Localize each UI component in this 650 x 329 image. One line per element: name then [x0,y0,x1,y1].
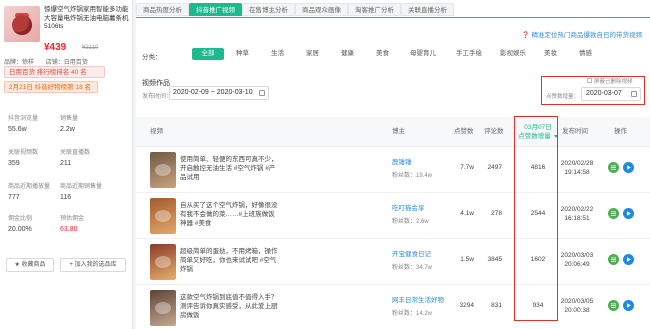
blogger-fans: 粉丝数：2.6w [392,219,429,225]
likes-value: 4.1w [460,210,474,217]
stat-sales: 销售量 2.2w [60,116,79,133]
product-meta: 品牌：惊样 店铺：日用百货 [4,57,130,66]
stat-commission: 预估佣金 63.80 [60,216,85,233]
table-row[interactable]: 自从买了这个空气炸锅，好像很没有我不会做的菜……#上班族做饭神器 #美食 吃叮猫… [136,193,650,239]
category-emotion[interactable]: 情感 [573,48,598,60]
likes-value: 7.7w [460,164,474,171]
video-desc[interactable]: 超级简单的蛋挞，不用烤箱，操作简单又好吃，你也来试试吧 #空气炸锅 [180,247,280,274]
product-price: ¥439 [44,42,67,53]
stat-lives: 关联直播数 211 [60,150,91,167]
play-button[interactable] [623,254,634,265]
tab-heat[interactable]: 商品热度分析 [136,3,189,16]
video-thumbnail[interactable] [150,290,176,326]
video-desc[interactable]: 自从买了这个空气炸锅，好像很没有我不会做的菜……#上班族做饭神器 #美食 [180,201,280,228]
trend-badge: 2月21日 抖音好物榜第 18 名 [4,81,98,93]
publish-date-label: 发布时间： [142,94,173,100]
detail-button[interactable] [608,208,619,219]
comments-value: 831 [491,302,502,309]
publish-time: 2020/03/05 20:00:38 [560,298,594,314]
highlight-box-increment-column [514,116,558,321]
table-header: 视频 博主 点赞数 评论数 03月07日 点赞数增量 发布时间 操作 [136,117,650,147]
blogger-fans: 粉丝数：19.4w [392,173,433,179]
video-thumbnail[interactable] [150,152,176,188]
collect-button[interactable]: ★ 收藏商品 [6,258,54,272]
table-row[interactable]: 使用简单、轻便的东西可真不少，开启触控无油生活 #空气炸锅 #产品试用 鹿锤锤 … [136,147,650,193]
likes-value: 3294 [459,302,474,309]
blogger-fans: 粉丝数：34.7w [392,265,433,271]
category-all[interactable]: 全部 [192,48,224,60]
th-publish-time[interactable]: 发布时间 [562,117,588,147]
stat-recent-plays: 商品近期播放量 777 [8,184,51,201]
category-handcraft[interactable]: 手工手绘 [450,48,488,60]
detail-button[interactable] [608,254,619,265]
product-orig-price: ¥2110 [82,45,99,51]
tab-live[interactable]: 关联直播分析 [401,3,454,16]
play-button[interactable] [623,300,634,311]
th-ops: 操作 [614,128,627,135]
tab-underline [136,17,650,18]
main-panel: 商品热度分析 抖音推广视频 在售博主分析 商品观众画像 淘客推广分析 关联直播分… [136,0,650,329]
th-likes[interactable]: 点赞数 [454,117,474,147]
stat-videos: 关联视频数 359 [8,150,39,167]
publish-date-range[interactable]: 2020-02-09 ~ 2020-03-10 [169,86,269,100]
play-button[interactable] [623,208,634,219]
product-card[interactable]: 惊爆空气炸锅家用智能多功能大容量电炸锅无油电脑薯条机5106ts ¥439 ¥2… [4,6,130,68]
category-food[interactable]: 美食 [370,48,395,60]
video-desc[interactable]: 使用简单、轻便的东西可真不少，开启触控无油生活 #空气炸锅 #产品试用 [180,155,280,182]
th-video: 视频 [150,128,163,135]
table-row[interactable]: 这款空气炸锅到底值不值得入手？测评告诉你真实感受，从此爱上厨房做饭 网丰日常生活… [136,285,650,329]
calendar-icon [259,90,265,96]
tab-audience[interactable]: 商品观众画像 [295,3,348,16]
category-parenting[interactable]: 母婴育儿 [404,48,442,60]
category-home[interactable]: 家居 [300,48,325,60]
th-blogger: 博主 [392,128,405,135]
product-panel: 惊爆空气炸锅家用智能多功能大容量电炸锅无油电脑薯条机5106ts ¥439 ¥2… [0,0,133,329]
play-button[interactable] [623,162,634,173]
category-grass[interactable]: 种草 [230,48,255,60]
table-row[interactable]: 超级简单的蛋挞，不用烤箱，操作简单又好吃，你也来试试吧 #空气炸锅 开宝健食日记… [136,239,650,285]
tab-videos[interactable]: 抖音推广视频 [189,3,242,16]
publish-date-value: 2020-02-09 ~ 2020-03-10 [173,89,253,96]
th-comments[interactable]: 评论数 [484,117,504,147]
comments-value: 3845 [487,256,502,263]
rank-badge: 日用百货 排行榜排名 40 名 [4,66,105,78]
category-health[interactable]: 健康 [335,48,360,60]
stat-recent-sales: 商品近期销售量 116 [60,184,103,201]
section-title: 视频作品 [142,80,170,87]
blogger-fans: 粉丝数：14.2w [392,311,433,317]
stat-views: 抖音浏览量 55.6w [8,116,39,133]
category-life[interactable]: 生活 [265,48,290,60]
comments-value: 278 [491,210,502,217]
tab-bloggers[interactable]: 在售博主分析 [242,3,295,16]
video-thumbnail[interactable] [150,244,176,280]
video-desc[interactable]: 这款空气炸锅到底值不值得入手？测评告诉你真实感受，从此爱上厨房做饭 [180,293,280,320]
category-beauty[interactable]: 美妆 [538,48,563,60]
detail-button[interactable] [608,300,619,311]
comments-value: 2497 [487,164,502,171]
publish-time: 2020/03/03 20:06:49 [560,252,594,268]
tab-taoke[interactable]: 淘客推广分析 [348,3,401,16]
category-filter: 分类： 全部 种草 生活 家居 健康 美食 母婴育儿 手工手绘 影视娱乐 美妆 … [142,48,642,62]
highlight-box-date [541,76,645,105]
publish-time: 2020/02/22 16:18:51 [560,206,594,222]
add-library-button[interactable]: + 加入我的选品库 [60,258,126,272]
publish-time: 2020/02/28 19:14:58 [560,160,594,176]
category-label: 分类： [142,54,162,61]
product-title[interactable]: 惊爆空气炸锅家用智能多功能大容量电炸锅无油电脑薯条机5106ts [44,6,130,32]
video-thumbnail[interactable] [150,198,176,234]
detail-button[interactable] [608,162,619,173]
product-actions: ★ 收藏商品 + 加入我的选品库 [6,258,128,274]
likes-value: 1.5w [460,256,474,263]
product-image[interactable] [4,6,40,42]
notice-link[interactable]: ❓ 精准定位热门商品爆款自日的带货视频 [522,29,642,39]
stat-commission-rate: 佣金比例 20.00% [8,216,33,233]
category-entertainment[interactable]: 影视娱乐 [494,48,532,60]
